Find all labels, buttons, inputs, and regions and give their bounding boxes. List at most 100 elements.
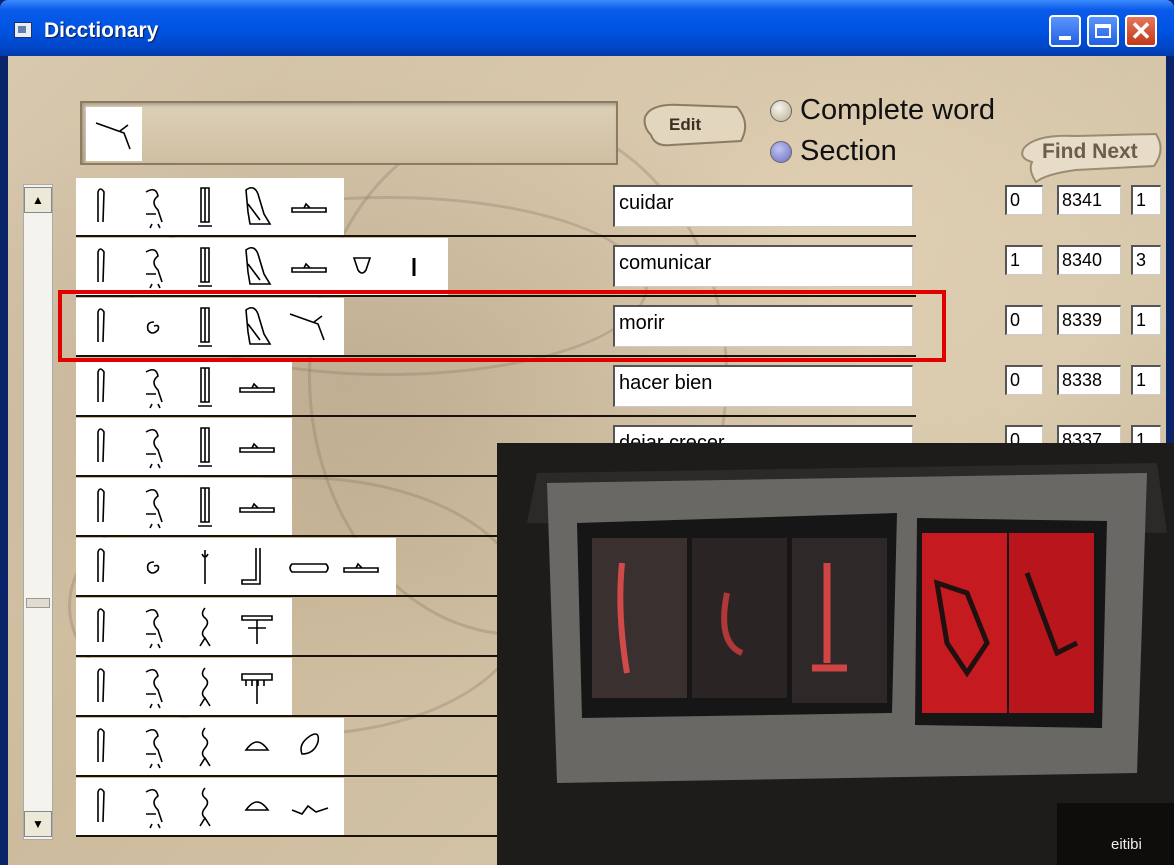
vulture-glyph-icon bbox=[145, 608, 163, 649]
row-separator bbox=[76, 415, 916, 417]
close-button[interactable]: ✕ bbox=[1125, 15, 1157, 47]
rope-glyph-icon bbox=[199, 727, 211, 767]
dome-glyph-icon bbox=[244, 801, 270, 811]
find-next-button[interactable]: Find Next bbox=[1016, 130, 1166, 186]
glyph-strip bbox=[97, 186, 327, 229]
column-glyph-icon bbox=[198, 367, 212, 407]
column-glyph-icon bbox=[198, 187, 212, 227]
scroll-down-button[interactable]: ▼ bbox=[24, 811, 52, 837]
vulture-glyph-icon bbox=[145, 368, 163, 409]
number-field-n1[interactable]: 1 bbox=[1005, 245, 1043, 275]
bird-glyph-icon bbox=[245, 246, 272, 285]
boot-glyph-icon bbox=[241, 548, 261, 585]
close-icon: ✕ bbox=[1130, 16, 1152, 46]
glyph-sequence[interactable] bbox=[76, 238, 448, 295]
reed-glyph-icon bbox=[97, 428, 105, 463]
complete-word-label: Complete word bbox=[800, 94, 996, 126]
maximize-icon bbox=[1095, 24, 1111, 38]
dome-glyph-icon bbox=[244, 741, 270, 751]
comb-glyph-icon bbox=[241, 673, 273, 704]
glyph-strip bbox=[97, 727, 320, 769]
reed-glyph-icon bbox=[97, 548, 105, 583]
arrow-up-icon: ▲ bbox=[32, 193, 44, 207]
row-separator bbox=[76, 235, 916, 237]
glyph-sequence[interactable] bbox=[76, 418, 292, 475]
number-field-n1[interactable]: 0 bbox=[1005, 365, 1043, 395]
glyph-sequence[interactable] bbox=[76, 358, 292, 415]
number-field-n3[interactable]: 1 bbox=[1131, 185, 1161, 215]
complete-word-radio[interactable]: Complete word bbox=[770, 94, 995, 127]
minimize-button[interactable] bbox=[1049, 15, 1081, 47]
section-radio[interactable]: Section bbox=[770, 135, 897, 168]
glyph-sequence[interactable] bbox=[76, 778, 344, 835]
column-glyph-icon bbox=[198, 427, 212, 467]
glyph-sequence[interactable] bbox=[76, 478, 292, 535]
reed-glyph-icon bbox=[97, 608, 105, 643]
pot-glyph-icon bbox=[352, 257, 372, 274]
translation-field[interactable]: hacer bien bbox=[613, 365, 913, 407]
number-field-n3[interactable]: 3 bbox=[1131, 245, 1161, 275]
number-field-n1[interactable]: 0 bbox=[1005, 305, 1043, 335]
reed-glyph-icon bbox=[97, 488, 105, 523]
bar-glyph-icon bbox=[289, 563, 329, 573]
water-glyph-icon bbox=[239, 382, 275, 393]
translation-field[interactable]: cuidar bbox=[613, 185, 913, 227]
edit-button[interactable]: Edit bbox=[641, 99, 749, 149]
table-glyph-icon bbox=[241, 615, 273, 644]
stick-glyph-icon bbox=[95, 122, 131, 150]
glyph-sequence[interactable] bbox=[76, 718, 344, 775]
find-next-label: Find Next bbox=[1042, 140, 1138, 163]
water-glyph-icon bbox=[291, 202, 327, 213]
rope-glyph-icon bbox=[199, 607, 211, 647]
search-glyph-cell bbox=[86, 107, 142, 161]
glyph-sequence[interactable] bbox=[76, 658, 292, 715]
wave-glyph-icon bbox=[291, 804, 329, 815]
water-glyph-icon bbox=[343, 562, 379, 573]
reed-glyph-icon bbox=[97, 368, 105, 403]
vertical-scrollbar[interactable]: ▲ ▼ bbox=[23, 184, 53, 840]
vulture-glyph-icon bbox=[145, 428, 163, 469]
radio-unchecked-icon bbox=[770, 99, 792, 122]
edit-label: Edit bbox=[669, 115, 702, 134]
glyph-sequence[interactable] bbox=[76, 538, 396, 595]
reed-glyph-icon bbox=[97, 728, 105, 763]
number-field-n3[interactable]: 1 bbox=[1131, 365, 1161, 395]
glyph-strip bbox=[97, 548, 379, 585]
section-label: Section bbox=[800, 135, 897, 167]
glyph-strip bbox=[97, 487, 275, 529]
scroll-up-button[interactable]: ▲ bbox=[24, 187, 52, 213]
glyph-sequence[interactable] bbox=[76, 598, 292, 655]
oval-glyph-icon bbox=[300, 733, 320, 755]
glyph-strip bbox=[97, 367, 275, 409]
glyph-strip bbox=[97, 427, 275, 469]
app-window: Dicctionary ✕ Edit Complete word Section bbox=[0, 0, 1174, 865]
number-field-n2[interactable]: 8340 bbox=[1057, 245, 1121, 275]
number-field-n2[interactable]: 8339 bbox=[1057, 305, 1121, 335]
vulture-glyph-icon bbox=[145, 488, 163, 529]
number-field-n1[interactable]: 0 bbox=[1005, 185, 1043, 215]
number-field-n3[interactable]: 1 bbox=[1131, 305, 1161, 335]
reed-glyph-icon bbox=[97, 668, 105, 703]
rope-glyph-icon bbox=[199, 787, 211, 827]
vulture-glyph-icon bbox=[145, 788, 163, 829]
rope-glyph-icon bbox=[199, 667, 211, 707]
glyph-strip bbox=[97, 787, 329, 829]
reed-glyph-icon bbox=[97, 248, 105, 283]
vulture-glyph-icon bbox=[145, 728, 163, 769]
stick-glyph-icon bbox=[95, 122, 131, 150]
title-bar[interactable]: Dicctionary ✕ bbox=[0, 0, 1174, 56]
glyph-strip bbox=[97, 607, 273, 649]
glyph-search-input[interactable] bbox=[80, 101, 618, 165]
number-field-n2[interactable]: 8341 bbox=[1057, 185, 1121, 215]
translation-field[interactable]: comunicar bbox=[613, 245, 913, 287]
glyph-sequence[interactable] bbox=[76, 178, 344, 235]
photo-watermark: eitibi bbox=[1111, 836, 1142, 853]
reed-glyph-icon bbox=[97, 188, 105, 223]
number-field-n2[interactable]: 8338 bbox=[1057, 365, 1121, 395]
maximize-button[interactable] bbox=[1087, 15, 1119, 47]
arrow-down-icon: ▼ bbox=[32, 817, 44, 831]
scroll-thumb[interactable] bbox=[26, 598, 50, 608]
reed-glyph-icon bbox=[97, 788, 105, 823]
app-icon bbox=[14, 22, 32, 38]
window-title: Dicctionary bbox=[44, 19, 159, 42]
